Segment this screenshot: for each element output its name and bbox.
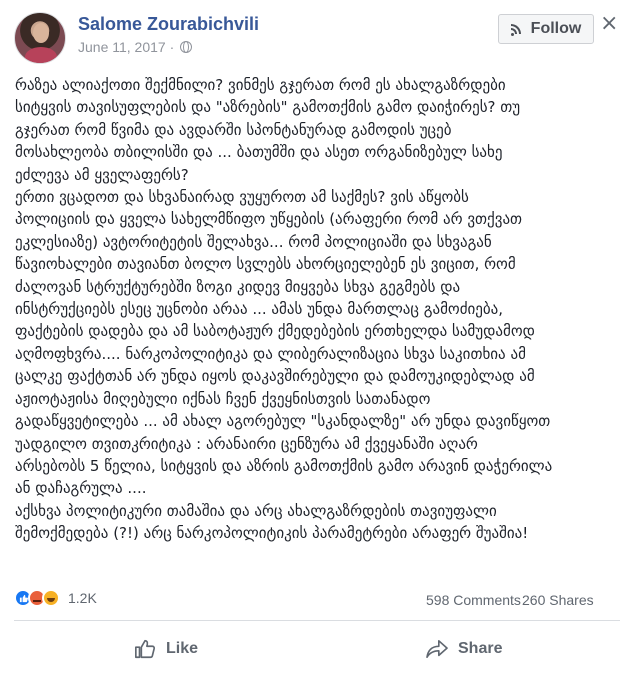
post-text-line: გადაწყვეტილება ... ამ ახალ აგორებულ "სკა…	[15, 412, 551, 431]
like-label: Like	[166, 640, 199, 657]
post-text-line: გჯერათ რომ წვიმა და ავდარში სპონტანურად …	[15, 120, 452, 139]
haha-reaction-icon	[42, 589, 60, 607]
post-text-line: რაზეა ალიაქოთი შექმნილი? ვინმეს გჯერათ რ…	[15, 76, 506, 94]
post-text-line: უადგილო თვითკრიტიკა : არანაირი ცენზურა ა…	[15, 434, 478, 453]
post-text-line: აღმოფხვრა.... ნარკოპოლიტიკა და ლიბერალიზ…	[15, 344, 526, 363]
thumbs-up-icon	[135, 639, 156, 659]
post-text-line: ეკლესიაზე) ავტორიტეტის შელახვა... რომ პო…	[15, 232, 492, 251]
author-name[interactable]: Salome Zourabichvili	[78, 14, 259, 35]
reactions-summary[interactable]: 1.2K	[14, 589, 97, 607]
post-text-line: ძალოვან სტრუქტურებში ზოგი კიდევ მიყვება …	[15, 277, 461, 296]
post-meta: June 11, 2017 ·	[78, 39, 193, 55]
post-text-line: ერთი ვცადოთ და სხვანაირად ვუყუროთ ამ საქ…	[15, 188, 469, 207]
post-text-line: აქსხვა პოლიტიკური თამაშია და არც ახალგაზ…	[15, 501, 497, 520]
post-text-line: პოლიციის და ყველა სახელმწიფო უწყების (არ…	[15, 210, 523, 229]
close-icon[interactable]: ×	[600, 13, 618, 35]
shares-count[interactable]: 260 Shares	[522, 592, 594, 608]
comments-count[interactable]: 598 Comments	[426, 592, 521, 608]
post-text-line: ინსტრუქციებს ესეც უცნობი არაა ... ამას უ…	[15, 300, 504, 319]
divider	[14, 620, 620, 621]
post-text-line: ეძლევა ამ ყველაფერს?	[15, 165, 189, 184]
share-button[interactable]: Share	[426, 630, 502, 668]
reactions-count: 1.2K	[68, 590, 97, 606]
post-text-line: ან დაჩაგრულა ....	[15, 479, 147, 498]
post-text-line: წავიოხალები თავიანთ ბოლო სვლებს ახორციელ…	[15, 255, 516, 274]
share-arrow-icon	[426, 640, 448, 658]
post-text-line: მოსახლეობა თბილისში და ... ბათუმში და ას…	[15, 143, 503, 162]
post-text-line: აჟიოტაჟისა მიღებული იქნას ჩვენ ქვეყნისთვ…	[15, 389, 431, 408]
author-avatar[interactable]	[14, 12, 66, 64]
like-button[interactable]: Like	[134, 630, 198, 668]
post-text-line: ფაქტების დადება და ამ საბოტაჟურ ქმედებებ…	[15, 322, 535, 341]
avatar-scarf	[25, 47, 57, 63]
post-header: Salome Zourabichvili June 11, 2017 · Fol…	[14, 10, 620, 70]
post-date[interactable]: June 11, 2017 ·	[78, 39, 174, 55]
post-text-line: შემოქმედება (?!) არც ნარკოპოლიტიკის პარა…	[15, 524, 529, 543]
follow-label: Follow	[530, 20, 582, 37]
post-text-line: ცალკე ფაქტთან არ უნდა იყოს დაკავშირებული…	[15, 367, 535, 386]
globe-icon	[180, 41, 193, 53]
post-text: რაზეა ალიაქოთი შექმნილი? ვინმეს გჯერათ რ…	[15, 74, 619, 545]
post-actions: Like Share	[14, 630, 620, 670]
rss-icon	[510, 22, 525, 36]
post-text-line: არსებობს 5 წელია, სიტყვის და აზრის გამოთ…	[15, 456, 553, 475]
engagement-counts: 1.2K 598 Comments 260 Shares	[14, 588, 618, 612]
post-text-line: სიტყვის თავისუფლების და "აზრების" გამოთქ…	[15, 98, 521, 117]
share-label: Share	[458, 640, 503, 657]
avatar-face	[33, 23, 49, 43]
follow-button[interactable]: Follow	[498, 14, 594, 44]
